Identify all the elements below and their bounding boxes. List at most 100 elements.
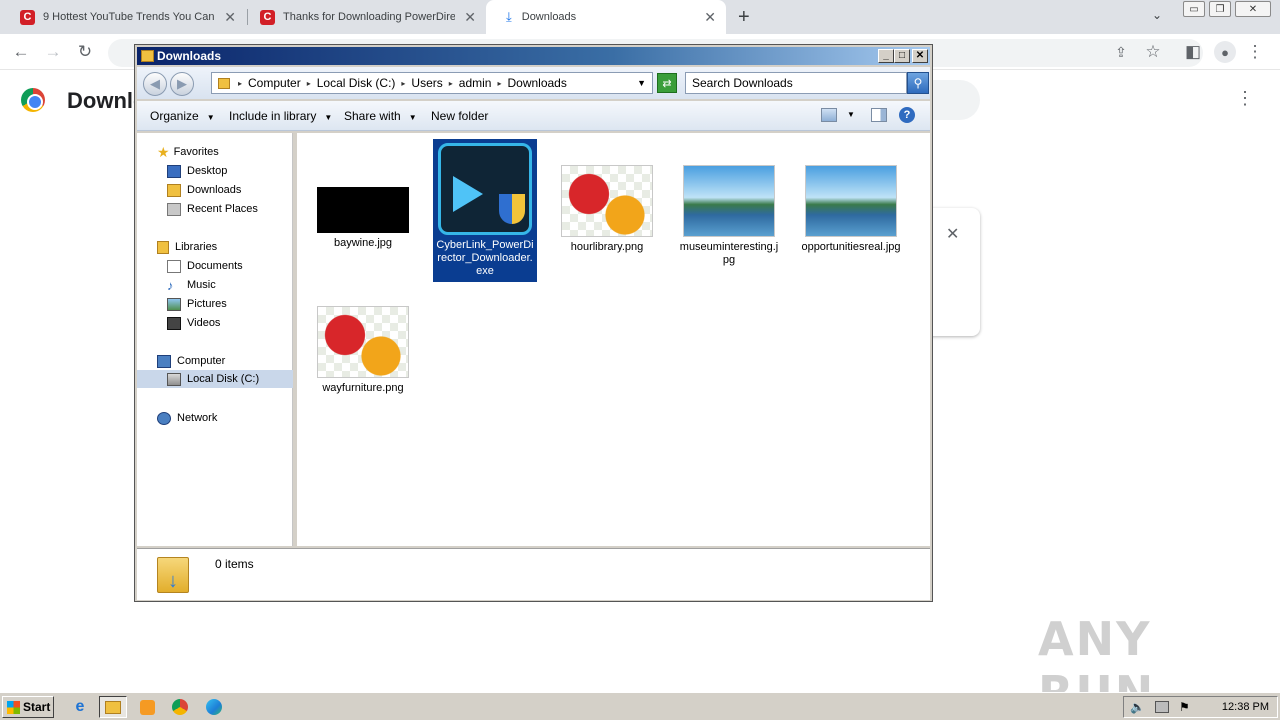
dropdown-arrow-icon: ▼ xyxy=(408,113,417,122)
close-button[interactable]: ✕ xyxy=(1235,1,1271,17)
organize-button[interactable]: Organize ▼ xyxy=(150,109,215,123)
forward-icon[interactable]: → xyxy=(42,41,64,63)
forward-icon[interactable]: ▶ xyxy=(170,72,194,96)
tab-powerdirector[interactable]: C Thanks for Downloading PowerDirect ✕ xyxy=(240,0,486,34)
chevron-right-icon: ▸ xyxy=(238,78,243,88)
nav-documents[interactable]: Documents xyxy=(167,257,243,275)
breadcrumb[interactable]: ▸ Computer ▸ Local Disk (C:) ▸ Users ▸ a… xyxy=(211,72,653,94)
tab-search-icon[interactable]: ⌄ xyxy=(1152,8,1162,22)
breadcrumb-computer[interactable]: Computer xyxy=(248,76,301,90)
file-item[interactable]: museuminteresting.jpg xyxy=(677,165,781,267)
volume-icon[interactable]: 🔈 xyxy=(1130,700,1145,714)
nav-videos[interactable]: Videos xyxy=(167,314,220,332)
remove-download-icon[interactable]: ✕ xyxy=(946,224,959,244)
new-folder-button[interactable]: New folder xyxy=(431,109,488,123)
title-bar[interactable]: Downloads _ □ ✕ xyxy=(137,47,930,65)
nav-network[interactable]: Network xyxy=(157,409,217,427)
file-item[interactable]: baywine.jpg xyxy=(311,187,415,250)
chevron-down-icon[interactable]: ▼ xyxy=(637,78,646,88)
flower-image-thumbnail xyxy=(561,165,653,237)
new-tab-button[interactable]: + xyxy=(738,6,750,29)
nav-desktop[interactable]: Desktop xyxy=(167,162,227,180)
nav-label: Computer xyxy=(177,355,226,367)
search-input[interactable]: Search Downloads xyxy=(685,72,907,94)
nav-label: Libraries xyxy=(175,241,218,253)
file-name: CyberLink_PowerDirector_Downloader.exe xyxy=(436,239,534,277)
tab-strip: C 9 Hottest YouTube Trends You Can't ✕ C… xyxy=(0,0,1280,34)
file-item[interactable]: hourlibrary.png xyxy=(555,165,659,254)
dropdown-arrow-icon: ▼ xyxy=(324,113,333,122)
minimize-button[interactable]: _ xyxy=(878,49,894,63)
navigation-pane: ★ Favorites Desktop Downloads Recent Plac… xyxy=(137,133,293,546)
download-icon: ⤓ xyxy=(506,9,512,24)
side-panel-icon[interactable]: ◧ xyxy=(1182,41,1204,63)
window-title: Downloads xyxy=(157,49,222,63)
nav-favorites[interactable]: ★ Favorites xyxy=(157,143,219,161)
preview-pane-icon[interactable] xyxy=(871,108,887,122)
back-icon[interactable]: ← xyxy=(10,41,32,63)
tab-youtube-trends[interactable]: C 9 Hottest YouTube Trends You Can't ✕ xyxy=(0,0,246,34)
internet-explorer-icon[interactable]: e xyxy=(66,696,94,718)
search-icon[interactable]: ⚲ xyxy=(907,72,929,94)
documents-icon xyxy=(167,259,181,273)
tab-label: 9 Hottest YouTube Trends You Can't xyxy=(43,11,215,23)
nav-downloads[interactable]: Downloads xyxy=(167,181,241,199)
media-player-icon[interactable] xyxy=(133,696,161,718)
bookmark-star-icon[interactable]: ☆ xyxy=(1142,41,1164,63)
file-item[interactable]: wayfurniture.png xyxy=(311,306,415,395)
refresh-icon[interactable]: ⇄ xyxy=(657,73,677,93)
file-item[interactable]: CyberLink_PowerDirector_Downloader.exe xyxy=(433,139,537,282)
view-options-dropdown-icon[interactable]: ▼ xyxy=(847,110,855,119)
landscape-image-thumbnail xyxy=(683,165,775,237)
nav-label: Favorites xyxy=(173,146,219,158)
computer-icon xyxy=(157,354,171,368)
include-in-library-button[interactable]: Include in library ▼ xyxy=(229,109,332,123)
close-icon[interactable]: ✕ xyxy=(704,9,716,26)
back-icon[interactable]: ◀ xyxy=(143,72,167,96)
nav-recent-places[interactable]: Recent Places xyxy=(167,200,258,218)
folder-icon xyxy=(218,77,230,89)
chevron-right-icon: ▸ xyxy=(306,78,311,88)
breadcrumb-users[interactable]: Users xyxy=(411,76,442,90)
nav-local-disk[interactable]: Local Disk (C:) xyxy=(137,370,293,388)
breadcrumb-admin[interactable]: admin xyxy=(459,76,492,90)
chrome-taskbar-icon[interactable] xyxy=(166,696,194,718)
restore-button[interactable]: ❐ xyxy=(1209,1,1231,17)
close-button[interactable]: ✕ xyxy=(912,49,928,63)
share-icon[interactable]: ⇪ xyxy=(1110,41,1132,63)
more-actions-icon[interactable]: ⋮ xyxy=(1236,88,1254,109)
clock[interactable]: 12:38 PM xyxy=(1222,701,1269,713)
windows-logo-icon xyxy=(7,700,20,714)
close-icon[interactable]: ✕ xyxy=(224,9,236,26)
tab-downloads[interactable]: ⤓ Downloads ✕ xyxy=(486,0,726,34)
address-row: ◀ ▶ ▸ Computer ▸ Local Disk (C:) ▸ Users… xyxy=(137,67,930,99)
menu-icon[interactable]: ⋮ xyxy=(1244,41,1266,63)
item-count: 0 items xyxy=(215,557,254,571)
close-icon[interactable]: ✕ xyxy=(464,9,476,26)
powerdirector-app-icon xyxy=(438,143,532,235)
tab-favicon: C xyxy=(20,9,35,25)
start-button[interactable]: Start xyxy=(2,696,54,718)
action-center-flag-icon[interactable]: ⚑ xyxy=(1179,700,1190,714)
file-item[interactable]: opportunitiesreal.jpg xyxy=(799,165,903,254)
help-icon[interactable]: ? xyxy=(899,107,915,123)
downloads-search-field[interactable] xyxy=(930,80,980,120)
file-name: museuminteresting.jpg xyxy=(679,241,779,266)
nav-music[interactable]: ♪ Music xyxy=(167,276,216,294)
profile-avatar[interactable]: ● xyxy=(1214,41,1236,63)
network-status-icon[interactable] xyxy=(1154,701,1169,713)
reload-icon[interactable]: ↻ xyxy=(74,41,96,63)
dropdown-arrow-icon: ▼ xyxy=(206,113,215,122)
nav-pictures[interactable]: Pictures xyxy=(167,295,227,313)
breadcrumb-downloads[interactable]: Downloads xyxy=(507,76,566,90)
edge-icon[interactable] xyxy=(200,696,228,718)
nav-computer[interactable]: Computer xyxy=(157,352,225,370)
explorer-taskbar-icon[interactable] xyxy=(99,696,127,718)
minimize-button[interactable]: ▭ xyxy=(1183,1,1205,17)
share-with-button[interactable]: Share with ▼ xyxy=(344,109,417,123)
nav-libraries[interactable]: Libraries xyxy=(157,238,217,256)
breadcrumb-local-disk[interactable]: Local Disk (C:) xyxy=(317,76,396,90)
change-view-icon[interactable] xyxy=(821,108,837,122)
flower-image-thumbnail xyxy=(317,306,409,378)
maximize-button[interactable]: □ xyxy=(894,49,910,63)
